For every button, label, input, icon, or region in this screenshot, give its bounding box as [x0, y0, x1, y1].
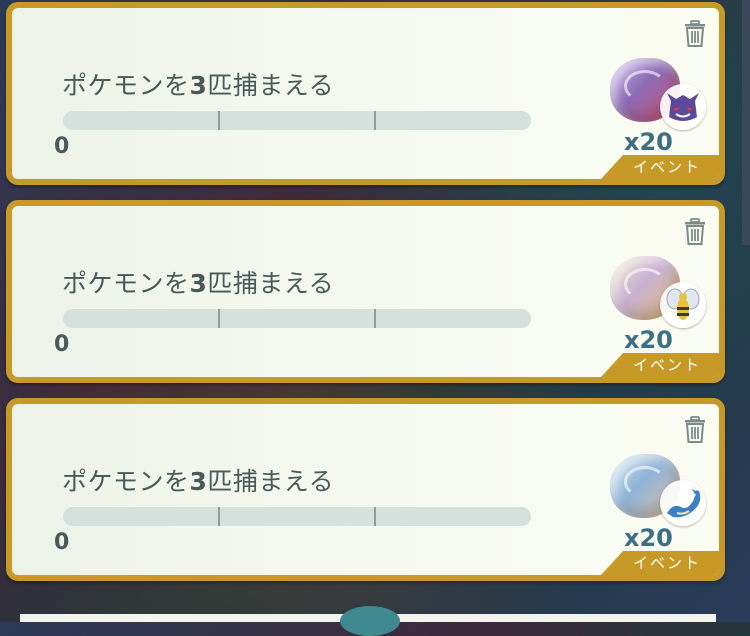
- trash-icon[interactable]: [683, 416, 707, 444]
- bottom-button[interactable]: [340, 606, 400, 636]
- event-tag: イベント: [601, 353, 719, 377]
- reward-quantity: x20: [624, 326, 673, 354]
- progress-divider: [218, 309, 220, 328]
- gengar-icon: [660, 84, 706, 130]
- progress-count: 0: [54, 332, 70, 357]
- quest-title: ポケモンを3匹捕まえる: [62, 467, 335, 496]
- event-tag: イベント: [601, 155, 719, 179]
- progress-divider: [374, 309, 376, 328]
- gyarados-icon: [660, 480, 706, 526]
- scrollbar[interactable]: [742, 0, 750, 245]
- event-tag: イベント: [601, 551, 719, 575]
- progress-divider: [218, 507, 220, 526]
- progress-divider: [218, 111, 220, 130]
- quest-progress-bar: [63, 507, 531, 526]
- reward-quantity: x20: [624, 128, 673, 156]
- quest-card[interactable]: ポケモンを3匹捕まえる 0 x20 イベント: [6, 2, 725, 185]
- trash-icon[interactable]: [683, 218, 707, 246]
- progress-divider: [374, 111, 376, 130]
- quest-card[interactable]: ポケモンを3匹捕まえる 0 x20 イベント: [6, 200, 725, 383]
- reward-quantity: x20: [624, 524, 673, 552]
- quest-progress-bar: [63, 309, 531, 328]
- quest-title: ポケモンを3匹捕まえる: [62, 269, 335, 298]
- quest-title: ポケモンを3匹捕まえる: [62, 71, 335, 100]
- progress-count: 0: [54, 530, 70, 555]
- quest-progress-bar: [63, 111, 531, 130]
- progress-divider: [374, 507, 376, 526]
- beedrill-icon: [660, 282, 706, 328]
- trash-icon[interactable]: [683, 20, 707, 48]
- quest-card[interactable]: ポケモンを3匹捕まえる 0 x20 イベント: [6, 398, 725, 581]
- progress-count: 0: [54, 134, 70, 159]
